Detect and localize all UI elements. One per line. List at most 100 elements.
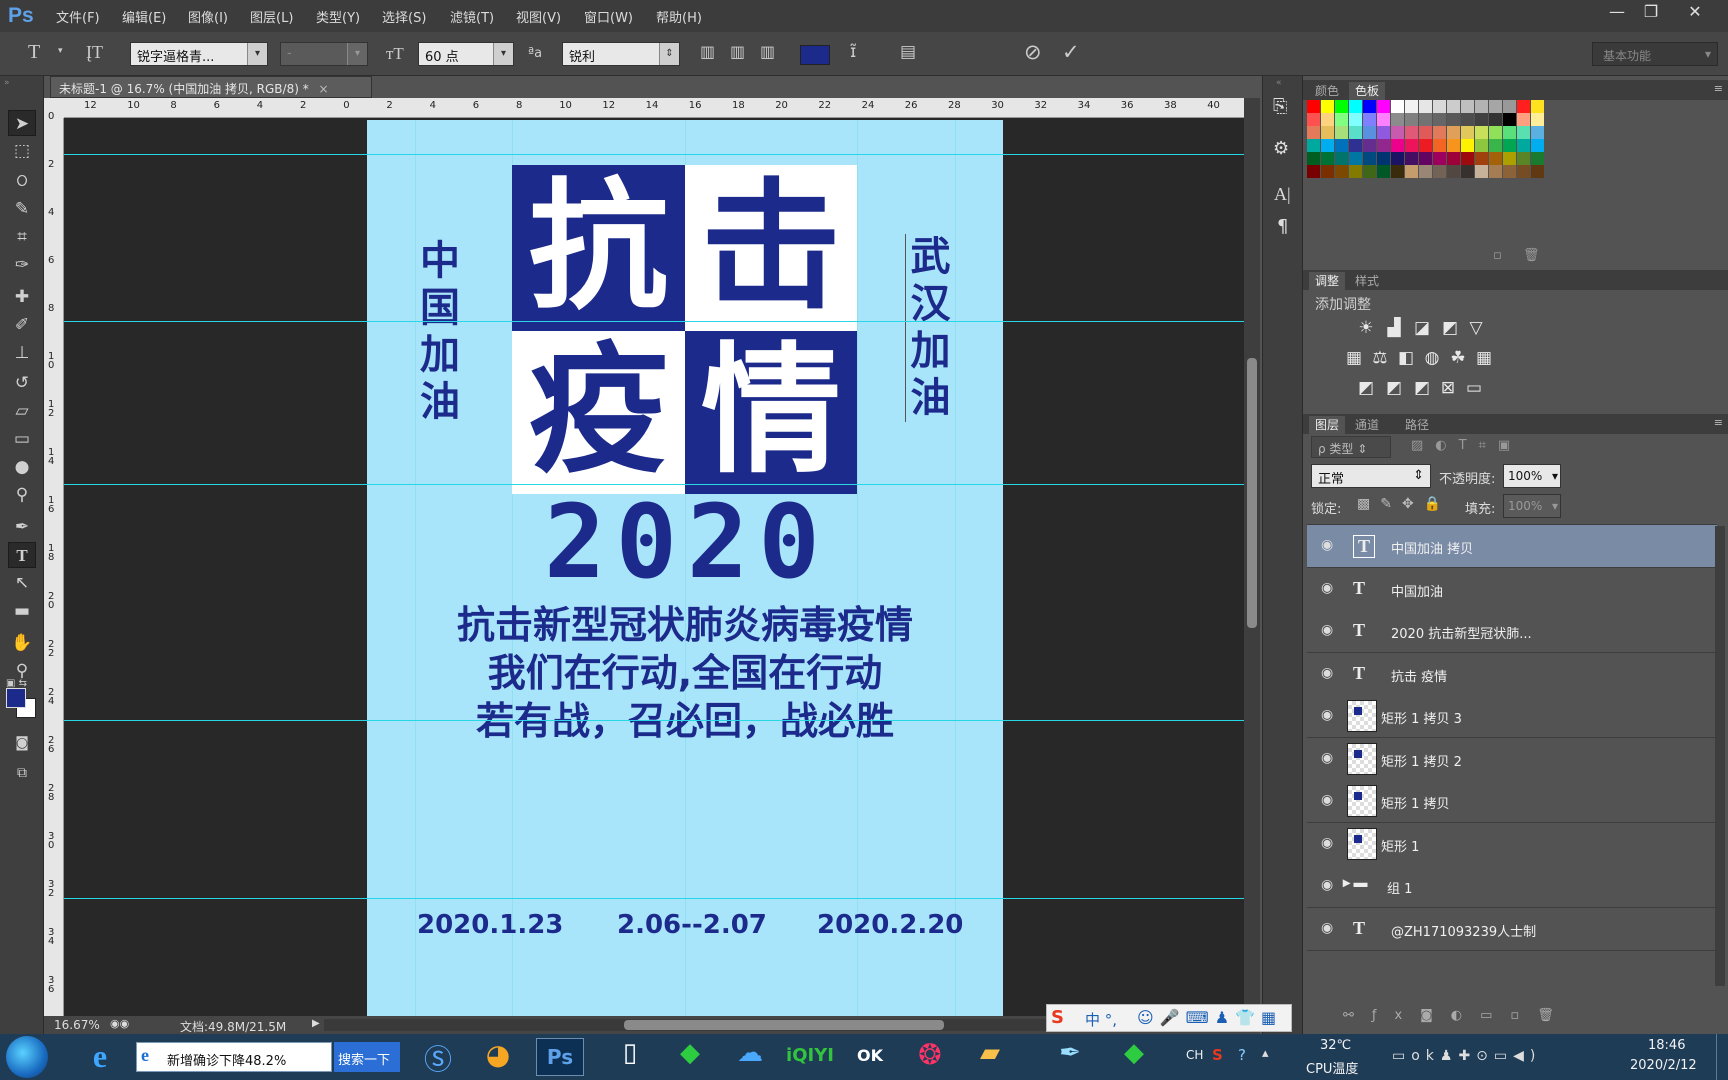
app-green-icon[interactable]: ◆ xyxy=(666,1038,714,1076)
properties-panel-icon[interactable]: ⚙ xyxy=(1273,138,1289,159)
color-swatch[interactable] xyxy=(1349,139,1362,152)
new-swatch-icon[interactable]: ▫ xyxy=(1493,248,1502,263)
color-swatch[interactable] xyxy=(1307,113,1320,126)
hand-tool-icon[interactable]: ✋ xyxy=(8,630,36,656)
font-size-select[interactable]: 60 点 ▾ xyxy=(418,42,514,66)
color-swatch[interactable] xyxy=(1531,113,1544,126)
menu-type[interactable]: 类型(Y) xyxy=(316,7,360,26)
ie-news-tab[interactable]: e 新增确诊下降48.2% xyxy=(136,1042,332,1072)
help-tray-icon[interactable]: ? xyxy=(1238,1046,1246,1064)
color-swatch[interactable] xyxy=(1475,165,1488,178)
tab-swatches[interactable]: 色板 xyxy=(1349,82,1386,100)
layer-row[interactable]: ◉ T 中国加油 拷贝 xyxy=(1307,525,1717,568)
layer-row[interactable]: ◉ 矩形 1 拷贝 3 xyxy=(1307,695,1717,738)
color-swatch[interactable] xyxy=(1307,165,1320,178)
color-swatch[interactable] xyxy=(1419,126,1432,139)
antialias-select[interactable]: 锐利 ⇕ xyxy=(562,42,680,66)
obs-icon[interactable]: OK xyxy=(846,1038,894,1076)
color-swatch[interactable] xyxy=(1391,126,1404,139)
workspace-select[interactable]: 基本功能 ▾ xyxy=(1592,42,1718,66)
character-panel-icon[interactable]: A| xyxy=(1274,184,1291,205)
color-swatch[interactable] xyxy=(1349,113,1362,126)
color-swatch[interactable] xyxy=(1475,113,1488,126)
layer-footer-icons[interactable]: ⚯ƒx◙◐▭▫🗑 xyxy=(1343,1008,1572,1023)
color-swatch[interactable] xyxy=(1531,100,1544,113)
text-color-swatch[interactable] xyxy=(800,45,830,65)
color-swatch[interactable] xyxy=(1461,100,1474,113)
menu-filter[interactable]: 滤镜(T) xyxy=(450,7,494,26)
ime-toolbar[interactable]: S 中 °, ☺🎤⌨♟👕▦ xyxy=(1046,1004,1292,1032)
color-swatch[interactable] xyxy=(1517,139,1530,152)
color-swatch[interactable] xyxy=(1489,139,1502,152)
color-swatch[interactable] xyxy=(1419,100,1432,113)
pen-tool-icon[interactable]: ✒ xyxy=(8,514,36,540)
layer-row[interactable]: ◉ T 抗击 疫情 xyxy=(1307,652,1717,696)
quick-mask-icon[interactable]: ◙ xyxy=(8,730,36,756)
language-indicator[interactable]: CH xyxy=(1186,1048,1203,1062)
layer-row[interactable]: ◉ T 中国加油 xyxy=(1307,567,1717,611)
opacity-input[interactable]: 100% ▾ xyxy=(1503,464,1561,488)
panel-menu-icon[interactable]: ≡ xyxy=(1714,82,1723,95)
photo-filter-icon[interactable]: ◍ xyxy=(1421,348,1443,370)
color-swatch[interactable] xyxy=(1391,100,1404,113)
vibrance-icon[interactable]: ▽ xyxy=(1465,318,1487,340)
color-swatch[interactable] xyxy=(1517,152,1530,165)
tab-color[interactable]: 颜色 xyxy=(1309,82,1345,99)
levels-icon[interactable]: ▟ xyxy=(1383,318,1405,340)
show-desktop-button[interactable] xyxy=(1716,1034,1728,1080)
delete-swatch-icon[interactable]: 🗑 xyxy=(1523,248,1540,263)
color-swatch[interactable] xyxy=(1391,139,1404,152)
color-swatch[interactable] xyxy=(1363,113,1376,126)
close-button[interactable]: ✕ xyxy=(1680,2,1710,24)
visibility-eye-icon[interactable]: ◉ xyxy=(1321,877,1333,893)
color-swatch[interactable] xyxy=(1335,165,1348,178)
vertical-ruler[interactable]: 0 2 4 6 8 1 0 1 2 1 4 1 6 1 8 2 0 2 2 2 4 2 6 2 8 3 0 3 … xyxy=(44,112,64,1016)
color-swatch[interactable] xyxy=(1531,139,1544,152)
color-swatch[interactable] xyxy=(1517,100,1530,113)
paragraph-panel-icon[interactable]: ¶ xyxy=(1277,216,1288,237)
tab-channels[interactable]: 通道 xyxy=(1349,416,1385,433)
brush-tool-icon[interactable]: ✐ xyxy=(8,312,36,338)
color-swatch[interactable] xyxy=(1377,126,1390,139)
document-size[interactable]: 文档:49.8M/21.5M xyxy=(180,1018,286,1035)
vertical-scrollbar[interactable] xyxy=(1244,98,1260,1016)
fill-input[interactable]: 100% ▾ xyxy=(1503,494,1561,518)
visibility-eye-icon[interactable]: ◉ xyxy=(1321,537,1333,553)
font-style-select[interactable]: - ▾ xyxy=(280,42,368,66)
browser-icon[interactable]: ◕ xyxy=(474,1038,522,1076)
dodge-tool-icon[interactable]: ⚲ xyxy=(8,482,36,508)
app-cloud-icon[interactable]: ☁ xyxy=(726,1038,774,1076)
layer-filter-select[interactable]: ρ 类型 ⇕ xyxy=(1311,436,1391,458)
color-swatch[interactable] xyxy=(1461,165,1474,178)
foreground-color-swatch[interactable] xyxy=(6,688,26,708)
color-app-icon[interactable]: ❂ xyxy=(906,1038,954,1076)
color-swatch[interactable] xyxy=(1363,126,1376,139)
color-swatch[interactable] xyxy=(1475,100,1488,113)
color-swatch[interactable] xyxy=(1349,165,1362,178)
clock-time[interactable]: 18:46 xyxy=(1648,1038,1685,1053)
color-lookup-icon[interactable]: ▦ xyxy=(1473,348,1495,370)
color-swatch[interactable] xyxy=(1419,113,1432,126)
color-swatch[interactable] xyxy=(1489,126,1502,139)
color-swatch[interactable] xyxy=(1307,152,1320,165)
menu-layer[interactable]: 图层(L) xyxy=(250,7,293,26)
color-swatch[interactable] xyxy=(1335,126,1348,139)
layer-row[interactable]: ◉ T @ZH171093239人士制 xyxy=(1307,907,1717,951)
color-balance-icon[interactable]: ⚖ xyxy=(1369,348,1391,370)
color-swatch[interactable] xyxy=(1377,113,1390,126)
color-swatch[interactable] xyxy=(1531,126,1544,139)
clone-stamp-tool-icon[interactable]: ⊥ xyxy=(8,340,36,366)
document-tab[interactable]: 未标题-1 @ 16.7% (中国加油 拷贝, RGB/8) * × xyxy=(50,76,372,98)
layer-row[interactable]: ◉ 矩形 1 拷贝 xyxy=(1307,780,1717,823)
color-swatch[interactable] xyxy=(1335,139,1348,152)
menu-view[interactable]: 视图(V) xyxy=(516,7,561,26)
path-select-tool-icon[interactable]: ↖ xyxy=(8,570,36,596)
color-swatch[interactable] xyxy=(1377,139,1390,152)
visibility-eye-icon[interactable]: ◉ xyxy=(1321,792,1333,808)
dropdown-arrow-icon[interactable]: ▾ xyxy=(58,46,63,56)
color-swatch[interactable] xyxy=(1405,113,1418,126)
color-swatch[interactable] xyxy=(1391,165,1404,178)
history-brush-tool-icon[interactable]: ↺ xyxy=(8,370,36,396)
photoshop-taskbar-icon[interactable]: Ps xyxy=(536,1038,584,1076)
color-swatch[interactable] xyxy=(1391,113,1404,126)
